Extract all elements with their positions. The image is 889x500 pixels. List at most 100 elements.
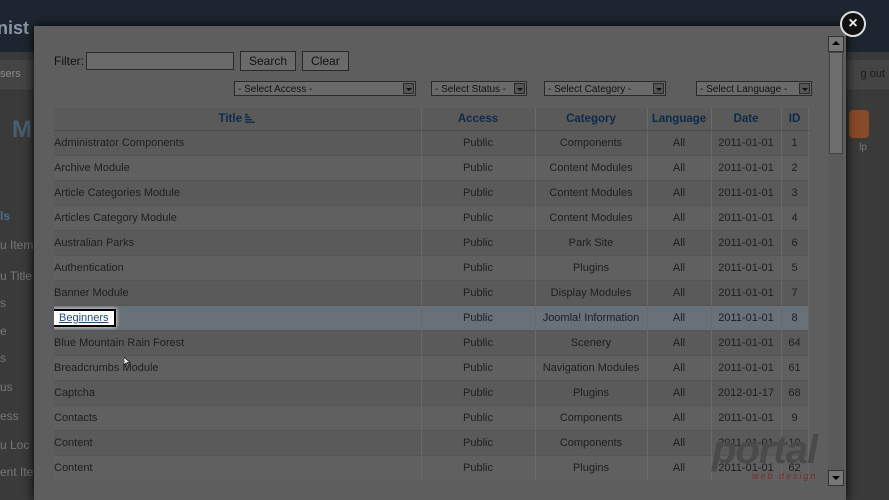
scrollbar-thumb[interactable] [829, 52, 843, 154]
article-title-link[interactable]: Banner Module [54, 287, 129, 299]
cell-title: Australian Parks [54, 230, 422, 256]
articles-table-body: Administrator Components Public Components… [54, 130, 809, 480]
cell-title: Beginners [54, 305, 422, 331]
select-status-dropdown[interactable]: - Select Status - [431, 81, 527, 96]
article-title-link[interactable]: Authentication [54, 262, 124, 274]
cell-id: 6 [781, 230, 809, 256]
chevron-down-icon[interactable] [514, 83, 525, 94]
table-row[interactable]: Banner Module Public Display Modules All 201… [54, 280, 809, 306]
article-title-link[interactable]: Breadcrumbs Module [54, 362, 159, 374]
articles-table: Title Access Category Language Date ID A… [54, 108, 809, 480]
close-modal-button[interactable]: × [840, 11, 866, 37]
background-side-item: e [0, 324, 7, 338]
column-header-category[interactable]: Category [535, 108, 648, 131]
column-header-id[interactable]: ID [781, 108, 809, 131]
article-title-link[interactable]: Captcha [54, 387, 95, 399]
cell-language: All [647, 330, 712, 356]
cell-title: Article Categories Module [54, 180, 422, 206]
cell-title: Content [54, 455, 422, 480]
cell-access: Public [421, 180, 536, 206]
scroll-down-arrow-icon[interactable] [828, 470, 844, 486]
table-row[interactable]: Administrator Components Public Components… [54, 130, 809, 156]
cell-language: All [647, 255, 712, 281]
table-row[interactable]: Authentication Public Plugins All 2011-01-01… [54, 255, 809, 281]
table-row[interactable]: Captcha Public Plugins All 2012-01-17 68 [54, 380, 809, 406]
select-category-value: - Select Category - [548, 84, 632, 95]
scroll-up-arrow-icon[interactable] [828, 36, 844, 52]
table-row[interactable]: Blue Mountain Rain Forest Public Scenery Al… [54, 330, 809, 356]
cell-date: 2011-01-01 [711, 405, 782, 431]
column-header-language[interactable]: Language [647, 108, 712, 131]
table-row[interactable]: Content Public Plugins All 2011-01-01 62 [54, 455, 809, 480]
table-row[interactable]: Content Public Components All 2011-01-01 10 [54, 430, 809, 456]
background-side-item: u Loc [0, 438, 30, 452]
article-title-link[interactable]: Administrator Components [54, 137, 184, 149]
cell-date: 2012-01-17 [711, 380, 782, 406]
select-access-dropdown[interactable]: - Select Access - [234, 81, 416, 96]
filter-label: Filter: [54, 54, 84, 68]
background-side-item: ess [0, 409, 19, 423]
cell-date: 2011-01-01 [711, 355, 782, 381]
column-header-date[interactable]: Date [711, 108, 782, 131]
filter-input[interactable] [86, 52, 234, 70]
table-row[interactable]: Article Categories Module Public Content M… [54, 180, 809, 206]
article-title-link[interactable]: Content [54, 437, 93, 449]
cell-language: All [647, 230, 712, 256]
article-title-link[interactable]: Archive Module [54, 162, 130, 174]
cell-title: Content [54, 430, 422, 456]
background-side-item: u Title [0, 269, 33, 283]
portal-watermark-subtitle: web design [752, 471, 818, 481]
cell-access: Public [421, 155, 536, 181]
cell-category: Components [535, 430, 648, 456]
cell-title: Banner Module [54, 280, 422, 306]
mouse-cursor-icon [124, 357, 131, 367]
chevron-down-icon[interactable] [403, 83, 414, 94]
cell-access: Public [421, 330, 536, 356]
article-title-link[interactable]: Article Categories Module [54, 187, 180, 199]
cell-title: Archive Module [54, 155, 422, 181]
article-title-link[interactable]: Content [54, 462, 93, 474]
select-language-value: - Select Language - [700, 84, 788, 95]
cell-date: 2011-01-01 [711, 305, 782, 331]
cell-date: 2011-01-01 [711, 205, 782, 231]
article-title-link[interactable]: Blue Mountain Rain Forest [54, 337, 184, 349]
cell-access: Public [421, 305, 536, 331]
sort-ascending-icon [244, 114, 255, 124]
table-row[interactable]: Articles Category Module Public Content Mo… [54, 205, 809, 231]
article-title-link[interactable]: Contacts [54, 412, 97, 424]
cell-category: Plugins [535, 255, 648, 281]
cell-category: Navigation Modules [535, 355, 648, 381]
table-row[interactable]: Archive Module Public Content Modules All 20… [54, 155, 809, 181]
clear-button[interactable]: Clear [302, 51, 349, 71]
table-row[interactable]: Australian Parks Public Park Site All 2011-0… [54, 230, 809, 256]
table-row[interactable]: Breadcrumbs Module Public Navigation Modul… [54, 355, 809, 381]
cell-language: All [647, 405, 712, 431]
cell-date: 2011-01-01 [711, 255, 782, 281]
article-title-link[interactable]: Australian Parks [54, 237, 134, 249]
cell-id: 5 [781, 255, 809, 281]
chevron-down-icon[interactable] [799, 83, 810, 94]
cell-access: Public [421, 280, 536, 306]
cell-title: Breadcrumbs Module [54, 355, 422, 381]
select-category-dropdown[interactable]: - Select Category - [544, 81, 666, 96]
cell-access: Public [421, 255, 536, 281]
cell-language: All [647, 355, 712, 381]
select-language-dropdown[interactable]: - Select Language - [696, 81, 812, 96]
cell-category: Components [535, 405, 648, 431]
column-header-title[interactable]: Title [54, 108, 422, 131]
cell-date: 2011-01-01 [711, 180, 782, 206]
background-side-item: s [0, 296, 6, 310]
cell-language: All [647, 205, 712, 231]
table-row[interactable]: Beginners Public Joomla! Information All 201… [54, 305, 809, 331]
table-row[interactable]: Contacts Public Components All 2011-01-01 9 [54, 405, 809, 431]
cell-id: 1 [781, 130, 809, 156]
background-logout-link: g out [860, 68, 885, 80]
cell-date: 2011-01-01 [711, 330, 782, 356]
article-title-link[interactable]: Beginners [54, 309, 116, 327]
search-button[interactable]: Search [240, 51, 297, 71]
article-title-link[interactable]: Articles Category Module [54, 212, 177, 224]
column-header-access[interactable]: Access [421, 108, 536, 131]
modal-scrollbar[interactable] [828, 36, 844, 486]
chevron-down-icon[interactable] [653, 83, 664, 94]
cell-id: 9 [781, 405, 809, 431]
